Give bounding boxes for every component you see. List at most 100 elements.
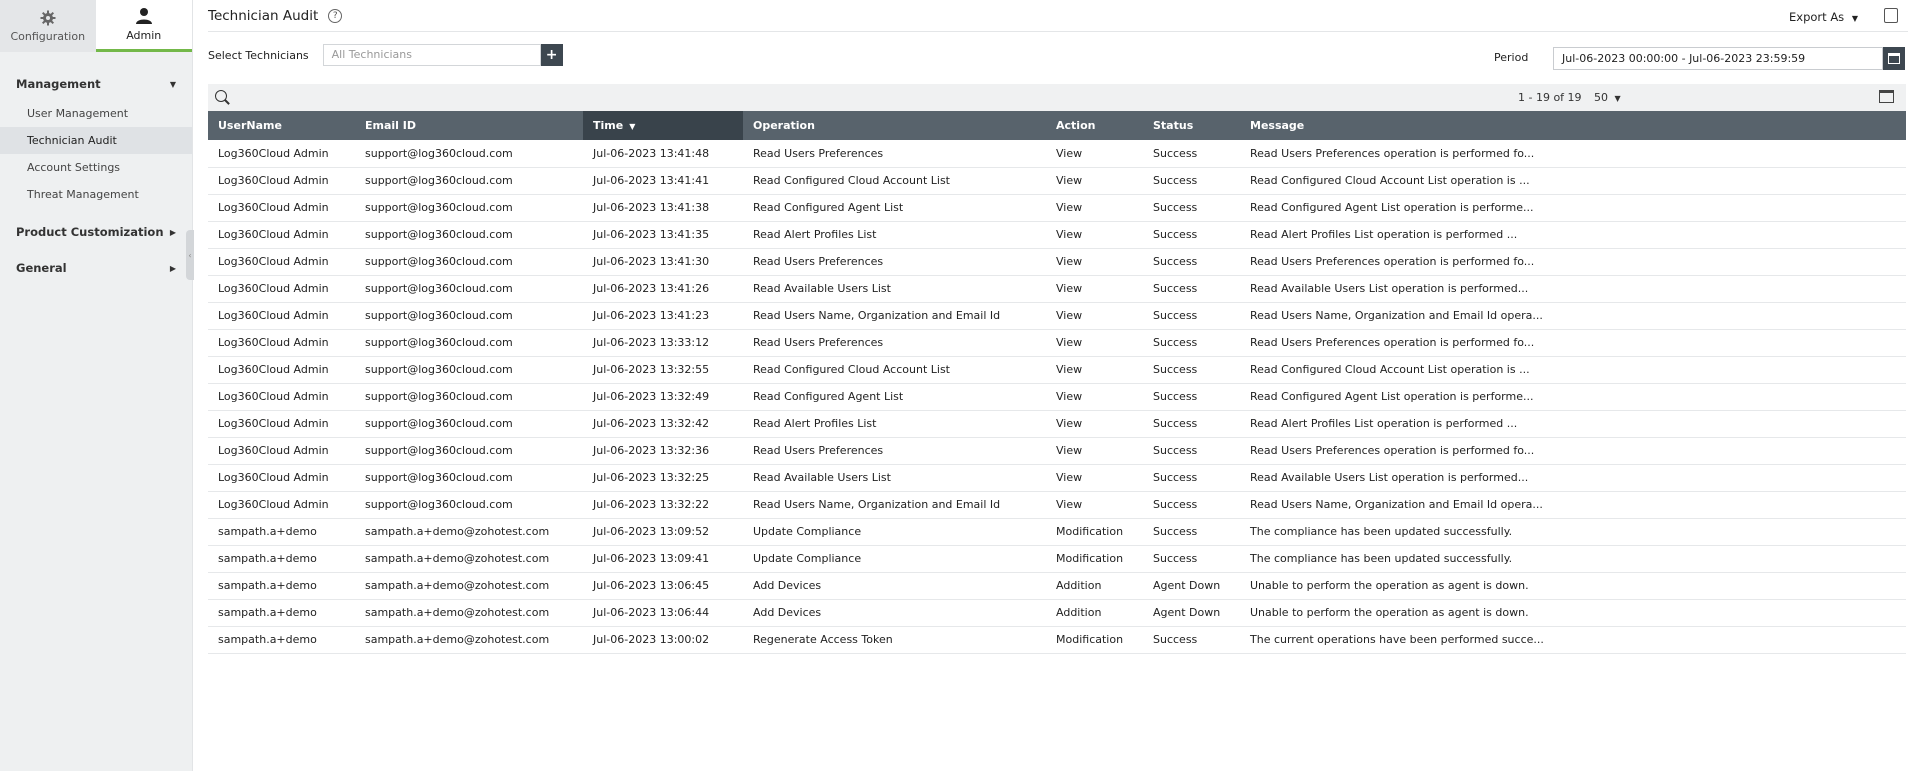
message-cell: Read Alert Profiles List operation is pe… [1240, 410, 1906, 438]
operation-cell: Read Users Preferences [743, 437, 1046, 465]
action-cell: View [1046, 437, 1143, 465]
table-row[interactable]: Log360Cloud Admin support@log360cloud.com… [208, 302, 1906, 330]
sidebar-section-management[interactable]: Management ▼ [0, 74, 192, 94]
operation-cell: Read Configured Cloud Account List [743, 167, 1046, 195]
status-cell: Success [1143, 626, 1240, 654]
time-cell: Jul-06-2023 13:41:30 [583, 248, 743, 276]
time-cell: Jul-06-2023 13:32:36 [583, 437, 743, 465]
main-content: Technician Audit ? Export As ▼ Select Te… [193, 0, 1918, 771]
sidebar-item-technician-audit[interactable]: Technician Audit [0, 127, 192, 154]
operation-cell: Read Alert Profiles List [743, 221, 1046, 249]
column-header-operation[interactable]: Operation [743, 111, 1046, 140]
operation-cell: Read Users Name, Organization and Email … [743, 491, 1046, 519]
table-row[interactable]: Log360Cloud Admin support@log360cloud.com… [208, 437, 1906, 465]
tab-admin[interactable]: Admin [95, 0, 192, 52]
username-cell: sampath.a+demo [208, 599, 355, 627]
email-cell: support@log360cloud.com [355, 167, 583, 195]
time-cell: Jul-06-2023 13:09:41 [583, 545, 743, 573]
technicians-input[interactable]: All Technicians [322, 44, 541, 66]
table-row[interactable]: sampath.a+demo sampath.a+demo@zohotest.co… [208, 572, 1906, 600]
table-row[interactable]: Log360Cloud Admin support@log360cloud.com… [208, 356, 1906, 384]
help-icon[interactable]: ? [328, 8, 343, 23]
action-cell: View [1046, 221, 1143, 249]
table-row[interactable]: Log360Cloud Admin support@log360cloud.com… [208, 491, 1906, 519]
status-cell: Success [1143, 140, 1240, 168]
operation-cell: Read Configured Cloud Account List [743, 356, 1046, 384]
table-row[interactable]: Log360Cloud Admin support@log360cloud.com… [208, 383, 1906, 411]
gear-icon [40, 10, 56, 25]
email-cell: support@log360cloud.com [355, 221, 583, 249]
table-row[interactable]: Log360Cloud Admin support@log360cloud.com… [208, 167, 1906, 195]
operation-cell: Read Users Preferences [743, 329, 1046, 357]
message-cell: Read Available Users List operation is p… [1240, 464, 1906, 492]
table-row[interactable]: Log360Cloud Admin support@log360cloud.com… [208, 248, 1906, 276]
sidebar-item-account-settings[interactable]: Account Settings [0, 154, 192, 181]
message-cell: Read Users Preferences operation is perf… [1240, 248, 1906, 276]
table-row[interactable]: Log360Cloud Admin support@log360cloud.com… [208, 275, 1906, 303]
table-row[interactable]: sampath.a+demo sampath.a+demo@zohotest.co… [208, 518, 1906, 546]
username-cell: Log360Cloud Admin [208, 167, 355, 195]
email-cell: support@log360cloud.com [355, 275, 583, 303]
caret-right-icon: ▶ [169, 263, 176, 273]
column-header-email[interactable]: Email ID [355, 111, 583, 140]
table-row[interactable]: Log360Cloud Admin support@log360cloud.com… [208, 329, 1906, 357]
operation-cell: Update Compliance [743, 518, 1046, 546]
search-icon[interactable] [215, 90, 227, 102]
status-cell: Success [1143, 329, 1240, 357]
column-header-action[interactable]: Action [1046, 111, 1143, 140]
table-row[interactable]: sampath.a+demo sampath.a+demo@zohotest.co… [208, 545, 1906, 573]
column-header-time[interactable]: Time ▼ [583, 111, 743, 140]
period-label: Period [1494, 51, 1529, 64]
username-cell: Log360Cloud Admin [208, 329, 355, 357]
message-cell: Read Users Name, Organization and Email … [1240, 302, 1906, 330]
page-size-select[interactable]: 50 ▼ [1594, 91, 1621, 104]
table-row[interactable]: Log360Cloud Admin support@log360cloud.com… [208, 194, 1906, 222]
title-bar: Technician Audit ? Export As ▼ [208, 0, 1908, 32]
email-cell: support@log360cloud.com [355, 491, 583, 519]
action-cell: View [1046, 383, 1143, 411]
sidebar-section-general[interactable]: General ▶ [0, 258, 192, 278]
action-cell: View [1046, 356, 1143, 384]
sidebar-section-label: Management [16, 77, 101, 91]
email-cell: support@log360cloud.com [355, 194, 583, 222]
sidebar-section-product-customization[interactable]: Product Customization ▶ [0, 222, 192, 242]
action-cell: View [1046, 464, 1143, 492]
status-cell: Success [1143, 383, 1240, 411]
time-cell: Jul-06-2023 13:41:26 [583, 275, 743, 303]
audit-table: UserName Email ID Time ▼ Operation Action… [208, 111, 1906, 654]
export-settings-icon[interactable] [1884, 8, 1898, 23]
column-header-status[interactable]: Status [1143, 111, 1240, 140]
message-cell: Unable to perform the operation as agent… [1240, 599, 1906, 627]
table-row[interactable]: Log360Cloud Admin support@log360cloud.com… [208, 140, 1906, 168]
table-row[interactable]: Log360Cloud Admin support@log360cloud.com… [208, 464, 1906, 492]
export-as-button[interactable]: Export As ▼ [1789, 10, 1858, 24]
table-row[interactable]: sampath.a+demo sampath.a+demo@zohotest.co… [208, 599, 1906, 627]
add-technician-button[interactable]: + [540, 44, 563, 66]
status-cell: Success [1143, 302, 1240, 330]
action-cell: View [1046, 167, 1143, 195]
caret-down-icon: ▼ [1851, 14, 1858, 23]
sidebar-item-user-management[interactable]: User Management [0, 100, 192, 127]
period-input[interactable]: Jul-06-2023 00:00:00 - Jul-06-2023 23:59… [1553, 47, 1883, 70]
time-cell: Jul-06-2023 13:33:12 [583, 329, 743, 357]
tab-configuration[interactable]: Configuration [0, 0, 96, 52]
calendar-button[interactable] [1883, 47, 1905, 70]
column-chooser-icon[interactable] [1879, 90, 1894, 103]
time-cell: Jul-06-2023 13:41:48 [583, 140, 743, 168]
table-row[interactable]: Log360Cloud Admin support@log360cloud.com… [208, 221, 1906, 249]
column-header-message[interactable]: Message [1240, 111, 1906, 140]
column-header-username[interactable]: UserName [208, 111, 355, 140]
time-cell: Jul-06-2023 13:32:55 [583, 356, 743, 384]
email-cell: support@log360cloud.com [355, 464, 583, 492]
table-row[interactable]: Log360Cloud Admin support@log360cloud.com… [208, 410, 1906, 438]
time-cell: Jul-06-2023 13:00:02 [583, 626, 743, 654]
message-cell: The compliance has been updated successf… [1240, 518, 1906, 546]
username-cell: Log360Cloud Admin [208, 356, 355, 384]
username-cell: Log360Cloud Admin [208, 302, 355, 330]
action-cell: View [1046, 329, 1143, 357]
message-cell: Unable to perform the operation as agent… [1240, 572, 1906, 600]
status-cell: Success [1143, 491, 1240, 519]
status-cell: Success [1143, 194, 1240, 222]
sidebar-item-threat-management[interactable]: Threat Management [0, 181, 192, 208]
table-row[interactable]: sampath.a+demo sampath.a+demo@zohotest.co… [208, 626, 1906, 654]
